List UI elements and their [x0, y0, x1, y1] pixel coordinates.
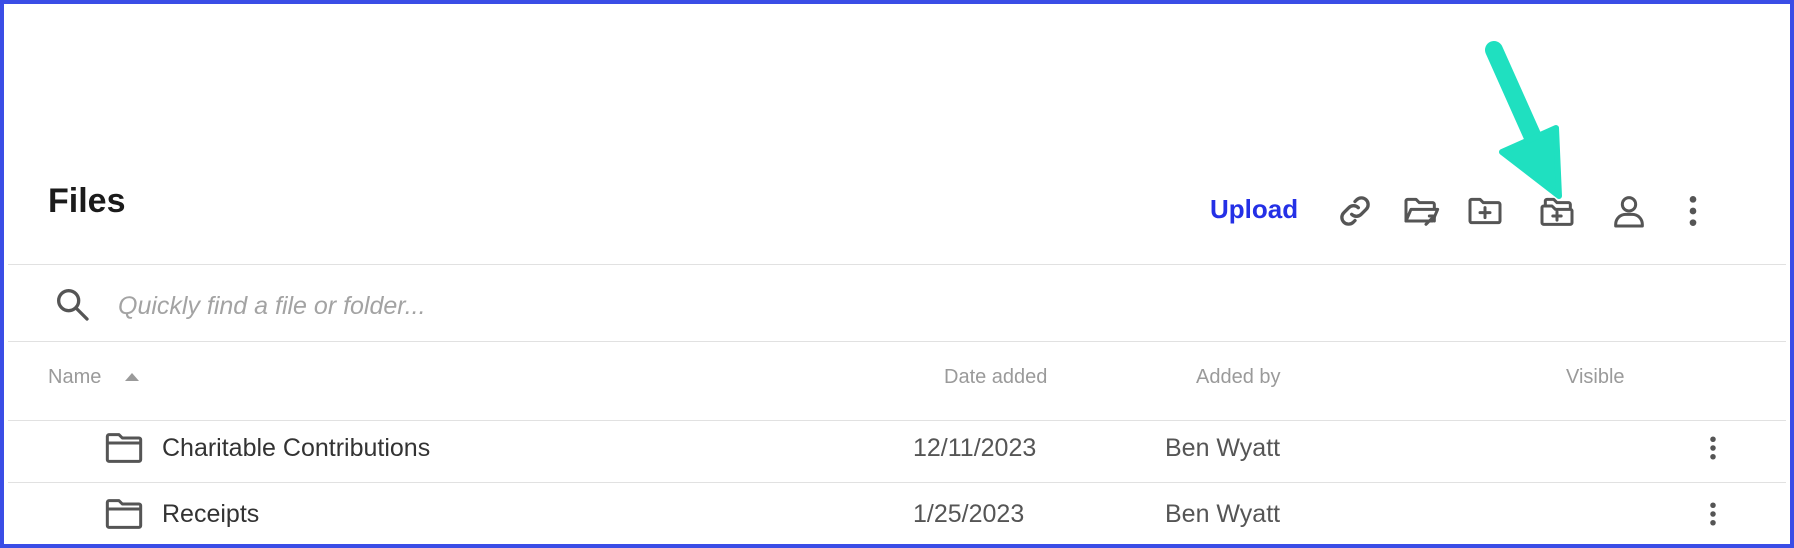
date-added: 1/25/2023 [913, 500, 1025, 528]
column-header-visible[interactable]: Visible [1566, 366, 1625, 389]
link-icon[interactable] [1332, 188, 1378, 234]
date-added: 12/11/2023 [913, 434, 1037, 462]
header-divider [8, 264, 1786, 265]
added-by: Ben Wyatt [1165, 434, 1281, 462]
search-divider [8, 341, 1786, 342]
user-icon[interactable] [1606, 188, 1652, 234]
upload-button[interactable]: Upload [1210, 194, 1298, 225]
table-row[interactable]: Receipts 1/25/2023 Ben Wyatt [8, 482, 1790, 544]
row-more-icon[interactable] [1698, 494, 1728, 534]
move-folder-icon[interactable] [1398, 188, 1444, 234]
sort-ascending-icon[interactable] [125, 373, 139, 381]
column-header-name[interactable]: Name [48, 366, 101, 389]
more-vertical-icon[interactable] [1670, 188, 1716, 234]
added-by: Ben Wyatt [1165, 500, 1281, 528]
folder-icon [105, 433, 143, 463]
file-name[interactable]: Charitable Contributions [162, 434, 430, 463]
search-input[interactable] [118, 286, 1018, 326]
row-more-icon[interactable] [1698, 428, 1728, 468]
search-icon [57, 289, 89, 321]
annotation-arrow [1485, 41, 1562, 199]
app-frame: Files Upload Quickly find a file or fold… [0, 0, 1794, 548]
column-header-added-by[interactable]: Added by [1196, 366, 1281, 389]
table-row[interactable]: Charitable Contributions 12/11/2023 Ben … [8, 416, 1790, 482]
column-header-date-added[interactable]: Date added [944, 366, 1047, 389]
file-name[interactable]: Receipts [162, 500, 259, 529]
page-title: Files [48, 182, 126, 220]
folder-icon [105, 499, 143, 529]
